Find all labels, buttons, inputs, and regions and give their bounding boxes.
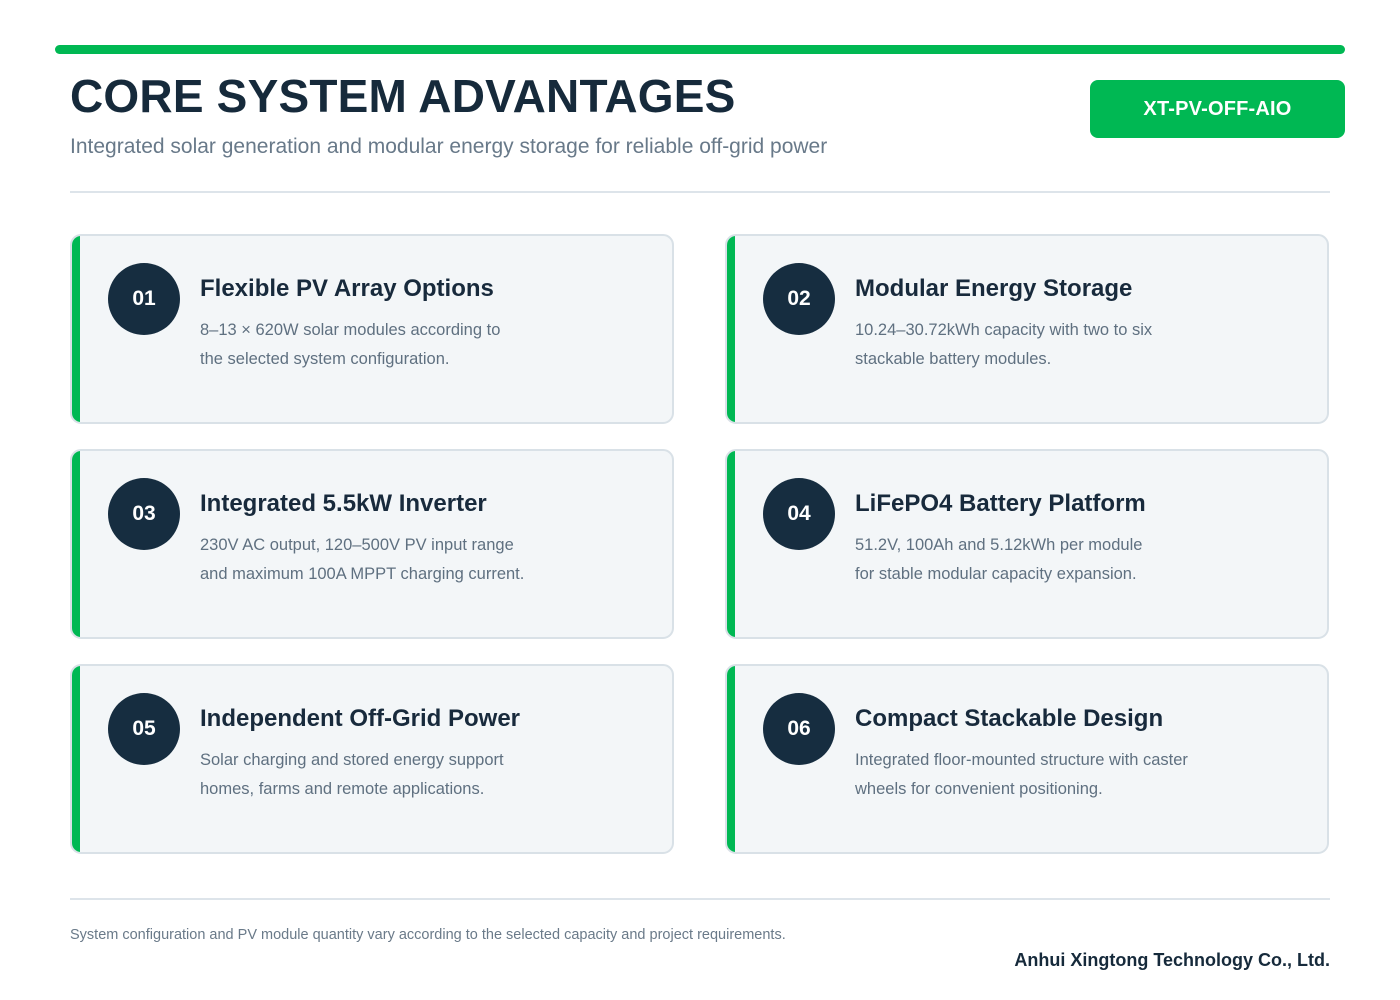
card-description-line: 10.24–30.72kWh capacity with two to six bbox=[855, 321, 1153, 339]
card-title: Independent Off-Grid Power bbox=[200, 705, 521, 732]
card-number-badge: 05 bbox=[108, 693, 180, 765]
card-description-line: for stable modular capacity expansion. bbox=[855, 565, 1137, 583]
card-number-badge: 02 bbox=[763, 263, 835, 335]
card-number-badge: 06 bbox=[763, 693, 835, 765]
card-title: Compact Stackable Design bbox=[855, 705, 1164, 732]
card-title: Modular Energy Storage bbox=[855, 275, 1133, 302]
card-description: 10.24–30.72kWh capacity with two to six … bbox=[855, 316, 1215, 374]
card-description-line: the selected system configuration. bbox=[200, 350, 450, 368]
page-title: CORE SYSTEM ADVANTAGES bbox=[70, 70, 736, 122]
card-description-line: 8–13 × 620W solar modules according to bbox=[200, 321, 501, 339]
card-description: 8–13 × 620W solar modules according to t… bbox=[200, 316, 560, 374]
page-subtitle: Integrated solar generation and modular … bbox=[70, 135, 828, 158]
card-accent-bar bbox=[72, 451, 80, 637]
card-description: Solar charging and stored energy support… bbox=[200, 746, 560, 804]
card-number-badge: 03 bbox=[108, 478, 180, 550]
advantage-card-02: 02 Modular Energy Storage 10.24–30.72kWh… bbox=[725, 234, 1329, 424]
header-divider bbox=[70, 191, 1330, 193]
card-description-line: Integrated floor-mounted structure with … bbox=[855, 751, 1188, 769]
company-name: Anhui Xingtong Technology Co., Ltd. bbox=[1014, 950, 1330, 970]
card-description-line: 51.2V, 100Ah and 5.12kWh per module bbox=[855, 536, 1143, 554]
advantage-card-01: 01 Flexible PV Array Options 8–13 × 620W… bbox=[70, 234, 674, 424]
card-title: Flexible PV Array Options bbox=[200, 275, 494, 302]
card-description-line: 230V AC output, 120–500V PV input range bbox=[200, 536, 514, 554]
card-description: Integrated floor-mounted structure with … bbox=[855, 746, 1215, 804]
card-accent-bar bbox=[727, 451, 735, 637]
card-number-badge: 04 bbox=[763, 478, 835, 550]
advantage-card-03: 03 Integrated 5.5kW Inverter 230V AC out… bbox=[70, 449, 674, 639]
advantage-card-06: 06 Compact Stackable Design Integrated f… bbox=[725, 664, 1329, 854]
card-accent-bar bbox=[727, 666, 735, 852]
card-accent-bar bbox=[72, 236, 80, 422]
card-accent-bar bbox=[72, 666, 80, 852]
card-description-line: and maximum 100A MPPT charging current. bbox=[200, 565, 525, 583]
card-title: LiFePO4 Battery Platform bbox=[855, 490, 1146, 517]
card-description-line: homes, farms and remote applications. bbox=[200, 780, 485, 798]
card-description: 230V AC output, 120–500V PV input range … bbox=[200, 531, 560, 589]
footer-note: System configuration and PV module quant… bbox=[70, 927, 786, 943]
card-accent-bar bbox=[727, 236, 735, 422]
card-number-badge: 01 bbox=[108, 263, 180, 335]
card-description-line: stackable battery modules. bbox=[855, 350, 1052, 368]
advantage-card-05: 05 Independent Off-Grid Power Solar char… bbox=[70, 664, 674, 854]
card-title: Integrated 5.5kW Inverter bbox=[200, 490, 487, 517]
model-badge: XT-PV-OFF-AIO bbox=[1090, 80, 1345, 138]
card-description: 51.2V, 100Ah and 5.12kWh per module for … bbox=[855, 531, 1215, 589]
advantage-card-04: 04 LiFePO4 Battery Platform 51.2V, 100Ah… bbox=[725, 449, 1329, 639]
card-description-line: wheels for convenient positioning. bbox=[855, 780, 1103, 798]
card-description-line: Solar charging and stored energy support bbox=[200, 751, 504, 769]
footer-divider bbox=[70, 898, 1330, 900]
top-accent-bar bbox=[55, 45, 1345, 54]
